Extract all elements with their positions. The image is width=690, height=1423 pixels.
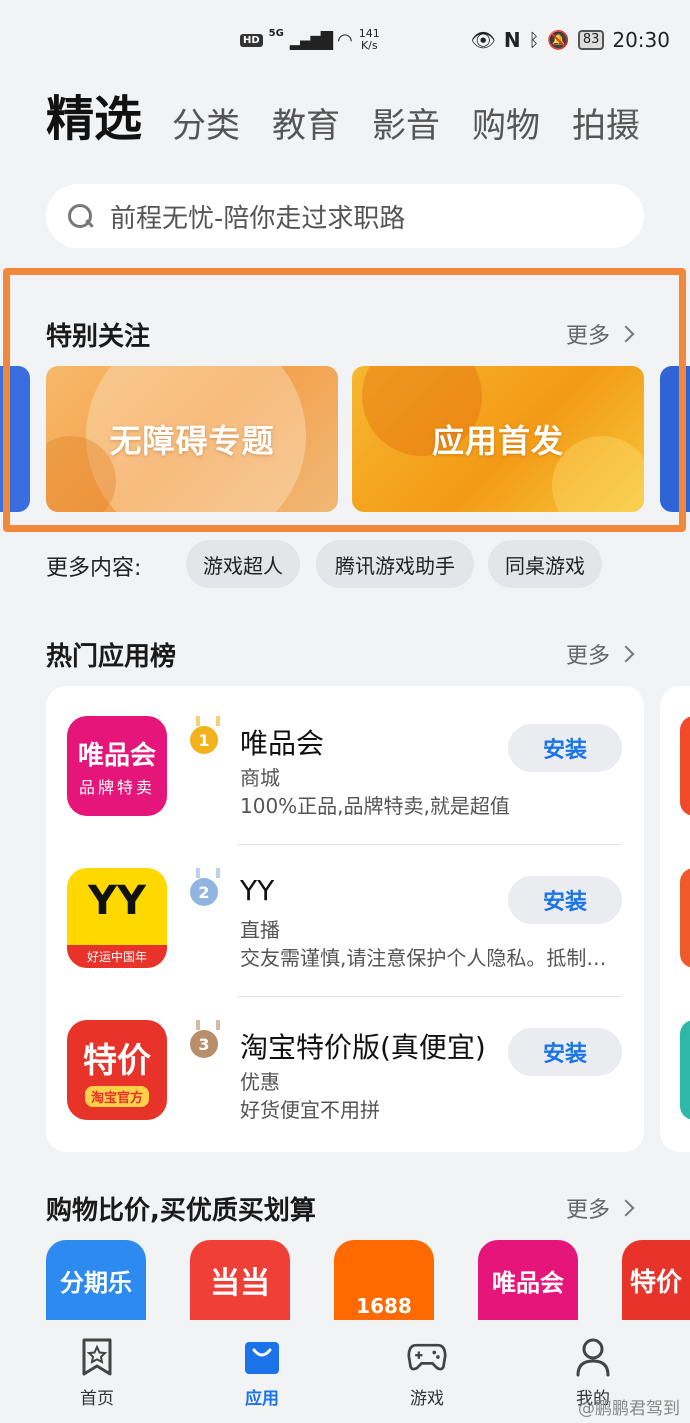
- battery-icon: 83: [577, 30, 605, 50]
- bookmark-star-icon: [77, 1336, 117, 1378]
- shopping-more-label: 更多: [566, 1198, 611, 1223]
- app-category: 商城: [240, 766, 280, 790]
- nav-apps[interactable]: 应用: [212, 1336, 312, 1409]
- gamepad-icon: [407, 1336, 447, 1378]
- search-input[interactable]: 前程无忧-陪你走过求职路: [46, 184, 644, 248]
- vipshop-app-icon: 唯品会 品牌特卖: [67, 716, 167, 816]
- app-name: 唯品会: [240, 727, 325, 760]
- search-placeholder: 前程无忧-陪你走过求职路: [110, 203, 406, 234]
- shopping-more-link[interactable]: 更多: [566, 1192, 635, 1224]
- app-category: 优惠: [240, 1070, 280, 1094]
- chip-tencent-game-helper[interactable]: 腾讯游戏助手: [316, 540, 474, 588]
- app-description: 交友需谨慎,请注意保护个人隐私。抵制低俗内容: [240, 946, 626, 970]
- search-icon: [66, 202, 94, 230]
- hd-badge: HD: [240, 33, 263, 47]
- app-row-yy[interactable]: YY 好运中国年 2 YY 直播 交友需谨慎,请注意保护个人隐私。抵制低俗内容 …: [46, 838, 644, 988]
- tab-categories[interactable]: 分类: [172, 104, 240, 148]
- yy-app-icon: YY 好运中国年: [67, 868, 167, 968]
- chip-deskmate-game[interactable]: 同桌游戏: [488, 540, 602, 588]
- taobao-icon-line1: 特价: [83, 1041, 151, 1081]
- net-speed: 141 K/s: [359, 28, 380, 52]
- nav-home[interactable]: 首页: [47, 1336, 147, 1409]
- app-row-vipshop[interactable]: 唯品会 品牌特卖 1 唯品会 商城 100%正品,品牌特卖,就是超值 安装: [46, 686, 644, 836]
- nfc-icon: N: [503, 28, 521, 52]
- eye-icon: 👁: [470, 28, 496, 52]
- nav-games[interactable]: 游戏: [377, 1336, 477, 1409]
- bottom-navigation: 首页 应用 游戏 我的 @鹏鹏君驾到: [0, 1322, 690, 1423]
- hot-apps-more-label: 更多: [566, 644, 611, 669]
- status-left: HD 5G ▂▄▆█ ◠ 141 K/s: [240, 28, 380, 52]
- dangdang-app-icon[interactable]: 当当: [190, 1240, 290, 1320]
- wifi-icon: ◠: [337, 29, 353, 51]
- app-name: 淘宝特价版(真便宜): [240, 1031, 486, 1064]
- app-name: YY: [240, 874, 275, 907]
- taobao-lite-app-icon: 特价 淘宝官方: [67, 1020, 167, 1120]
- shopping-bag-icon: [242, 1336, 282, 1378]
- tab-media[interactable]: 影音: [372, 104, 440, 148]
- hot-apps-title: 热门应用榜: [46, 642, 177, 672]
- alibaba-1688-app-icon[interactable]: 1688: [334, 1240, 434, 1320]
- peek-app-icon: [680, 1020, 690, 1120]
- banner-new-release-label: 应用首发: [431, 422, 564, 460]
- bluetooth-icon: ᛒ: [528, 29, 540, 51]
- nav-apps-label: 应用: [245, 1389, 279, 1409]
- fenqile-app-icon[interactable]: 分期乐: [46, 1240, 146, 1320]
- peek-app-icon: [680, 868, 690, 968]
- net-speed-unit: K/s: [360, 39, 378, 52]
- vipshop-icon-line1: 唯品会: [77, 740, 156, 771]
- app-category: 直播: [240, 918, 280, 942]
- mute-bell-icon: 🔕: [547, 29, 570, 51]
- hot-apps-more-link[interactable]: 更多: [566, 638, 635, 670]
- shopping-section-title: 购物比价,买优质买划算: [46, 1196, 316, 1226]
- install-button[interactable]: 安装: [508, 876, 622, 924]
- tabs-fade: [630, 88, 690, 148]
- more-content-label: 更多内容:: [46, 556, 142, 581]
- taobao-lite-shop-icon[interactable]: 特价: [622, 1240, 690, 1320]
- tab-education[interactable]: 教育: [272, 104, 340, 148]
- app-row-taobao-lite[interactable]: 特价 淘宝官方 3 淘宝特价版(真便宜) 优惠 好货便宜不用拼 安装: [46, 990, 644, 1140]
- chevron-right-icon: [617, 1199, 635, 1217]
- taobao-icon-line2: 淘宝官方: [84, 1086, 149, 1107]
- app-description: 100%正品,品牌特卖,就是超值: [240, 794, 510, 818]
- tab-shopping[interactable]: 购物: [472, 104, 540, 148]
- rank-medal-gold: 1: [190, 716, 220, 754]
- clock: 20:30: [612, 28, 670, 52]
- signal-icon: ▂▄▆█: [289, 30, 333, 50]
- rank-medal-silver: 2: [190, 868, 220, 906]
- watermark: @鹏鹏君驾到: [578, 1399, 680, 1419]
- vipshop-shop-icon[interactable]: 唯品会: [478, 1240, 578, 1320]
- tab-featured[interactable]: 精选: [46, 90, 142, 148]
- network-type: 5G: [268, 28, 284, 39]
- person-icon: [573, 1336, 613, 1378]
- app-description: 好货便宜不用拼: [240, 1098, 380, 1122]
- status-bar: HD 5G ▂▄▆█ ◠ 141 K/s 👁 N ᛒ 🔕 83 20:30: [0, 0, 690, 80]
- chevron-right-icon: [617, 645, 635, 663]
- yy-icon-line2: 好运中国年: [67, 945, 167, 968]
- install-button[interactable]: 安装: [508, 1028, 622, 1076]
- top-category-tabs: 精选 分类 教育 影音 购物 拍摄: [46, 88, 690, 148]
- peek-app-icon: [680, 716, 690, 816]
- nav-games-label: 游戏: [410, 1389, 444, 1409]
- nav-home-label: 首页: [80, 1389, 114, 1409]
- vipshop-icon-line2: 品牌特卖: [78, 777, 155, 797]
- install-button[interactable]: 安装: [508, 724, 622, 772]
- rank-medal-bronze: 3: [190, 1020, 220, 1058]
- yy-icon-line1: YY: [88, 878, 146, 924]
- highlight-frame: [3, 268, 686, 532]
- banner-accessibility-label: 无障碍专题: [109, 422, 275, 460]
- status-right: 👁 N ᛒ 🔕 83 20:30: [470, 28, 670, 52]
- chip-game-superman[interactable]: 游戏超人: [186, 540, 300, 588]
